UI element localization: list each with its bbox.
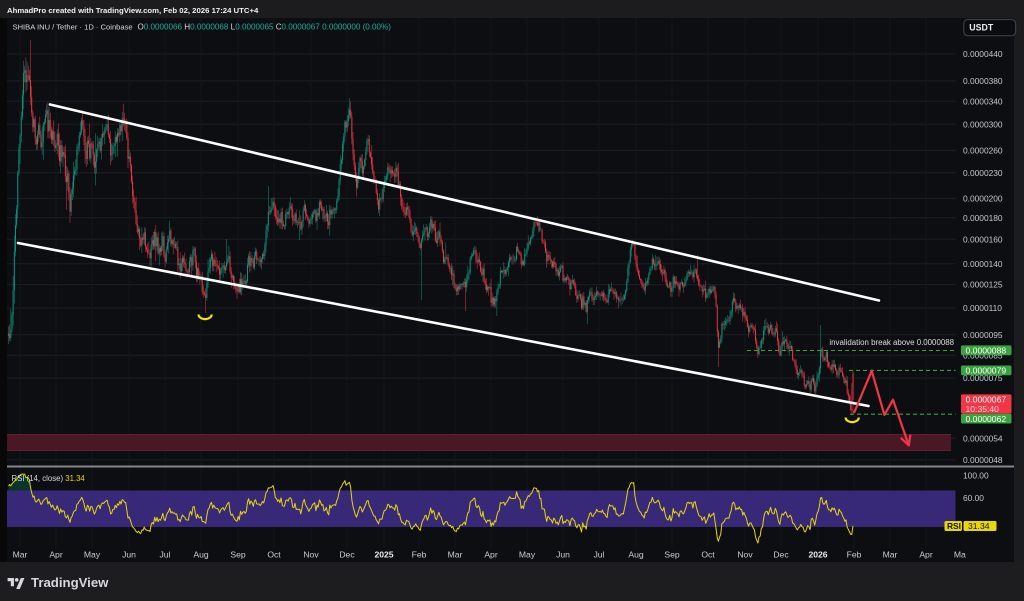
svg-text:USDT: USDT: [969, 23, 994, 33]
svg-text:Apr: Apr: [484, 550, 498, 560]
svg-text:Jun: Jun: [122, 550, 136, 560]
svg-text:2026: 2026: [808, 550, 827, 560]
svg-text:Sep: Sep: [664, 550, 680, 560]
svg-text:0.0000054: 0.0000054: [963, 433, 1003, 443]
svg-text:Jun: Jun: [556, 550, 570, 560]
svg-text:2025: 2025: [374, 550, 393, 560]
svg-text:Mar: Mar: [13, 550, 28, 560]
svg-text:0.0000140: 0.0000140: [963, 259, 1003, 269]
svg-text:0.0000048: 0.0000048: [963, 455, 1003, 465]
svg-text:Mar: Mar: [448, 550, 463, 560]
svg-text:TradingView: TradingView: [31, 575, 109, 590]
svg-text:O0.0000066 H0.0000068 L0.000: O0.0000066 H0.0000068 L0.0000065 C0.0000…: [138, 23, 392, 32]
svg-text:Feb: Feb: [847, 550, 862, 560]
svg-text:100.00: 100.00: [963, 471, 989, 481]
svg-text:Dec: Dec: [773, 550, 789, 560]
svg-text:Nov: Nov: [737, 550, 753, 560]
svg-text:SHIBA INU / Tether · 1D · Coin: SHIBA INU / Tether · 1D · Coinbase: [13, 23, 133, 32]
svg-text:0.0000125: 0.0000125: [963, 280, 1003, 290]
svg-text:0.0000095: 0.0000095: [963, 330, 1003, 340]
svg-text:60.00: 60.00: [963, 493, 984, 503]
svg-text:0.0000340: 0.0000340: [963, 96, 1003, 106]
svg-text:0.0000230: 0.0000230: [963, 168, 1003, 178]
svg-text:0.0000088: 0.0000088: [966, 346, 1007, 356]
svg-text:Oct: Oct: [267, 550, 281, 560]
svg-text:AhmadPro created with TradingV: AhmadPro created with TradingView.com, F…: [7, 6, 259, 15]
svg-text:0.0000062: 0.0000062: [966, 414, 1007, 424]
svg-text:Oct: Oct: [701, 550, 715, 560]
svg-text:0.0000260: 0.0000260: [963, 146, 1003, 156]
svg-text:0.0000180: 0.0000180: [963, 213, 1003, 223]
svg-text:invalidation break above 0.000: invalidation break above 0.0000088: [829, 338, 954, 347]
svg-text:RSI (14, close) 31.34: RSI (14, close) 31.34: [12, 474, 86, 483]
svg-text:May: May: [519, 550, 536, 560]
svg-text:0.0000110: 0.0000110: [963, 303, 1002, 313]
svg-text:Sep: Sep: [230, 550, 246, 560]
svg-text:0.0000300: 0.0000300: [963, 119, 1003, 129]
svg-text:Apr: Apr: [919, 550, 933, 560]
svg-text:Mar: Mar: [883, 550, 898, 560]
svg-text:Jul: Jul: [594, 550, 605, 560]
svg-text:0.0000200: 0.0000200: [963, 194, 1003, 204]
svg-text:Aug: Aug: [628, 550, 644, 560]
svg-text:10:35:40: 10:35:40: [966, 404, 1000, 414]
svg-text:Nov: Nov: [303, 550, 319, 560]
svg-text:RSI: RSI: [947, 521, 961, 531]
svg-text:Jul: Jul: [160, 550, 171, 560]
svg-text:Aug: Aug: [193, 550, 209, 560]
svg-text:0.0000440: 0.0000440: [963, 49, 1003, 59]
svg-text:Feb: Feb: [412, 550, 427, 560]
svg-text:Dec: Dec: [339, 550, 355, 560]
svg-text:31.34: 31.34: [968, 521, 990, 531]
svg-text:0.0000380: 0.0000380: [963, 76, 1003, 86]
svg-text:Apr: Apr: [49, 550, 63, 560]
svg-text:0.0000079: 0.0000079: [966, 366, 1007, 376]
svg-text:May: May: [84, 550, 101, 560]
svg-text:0.0000160: 0.0000160: [963, 234, 1003, 244]
